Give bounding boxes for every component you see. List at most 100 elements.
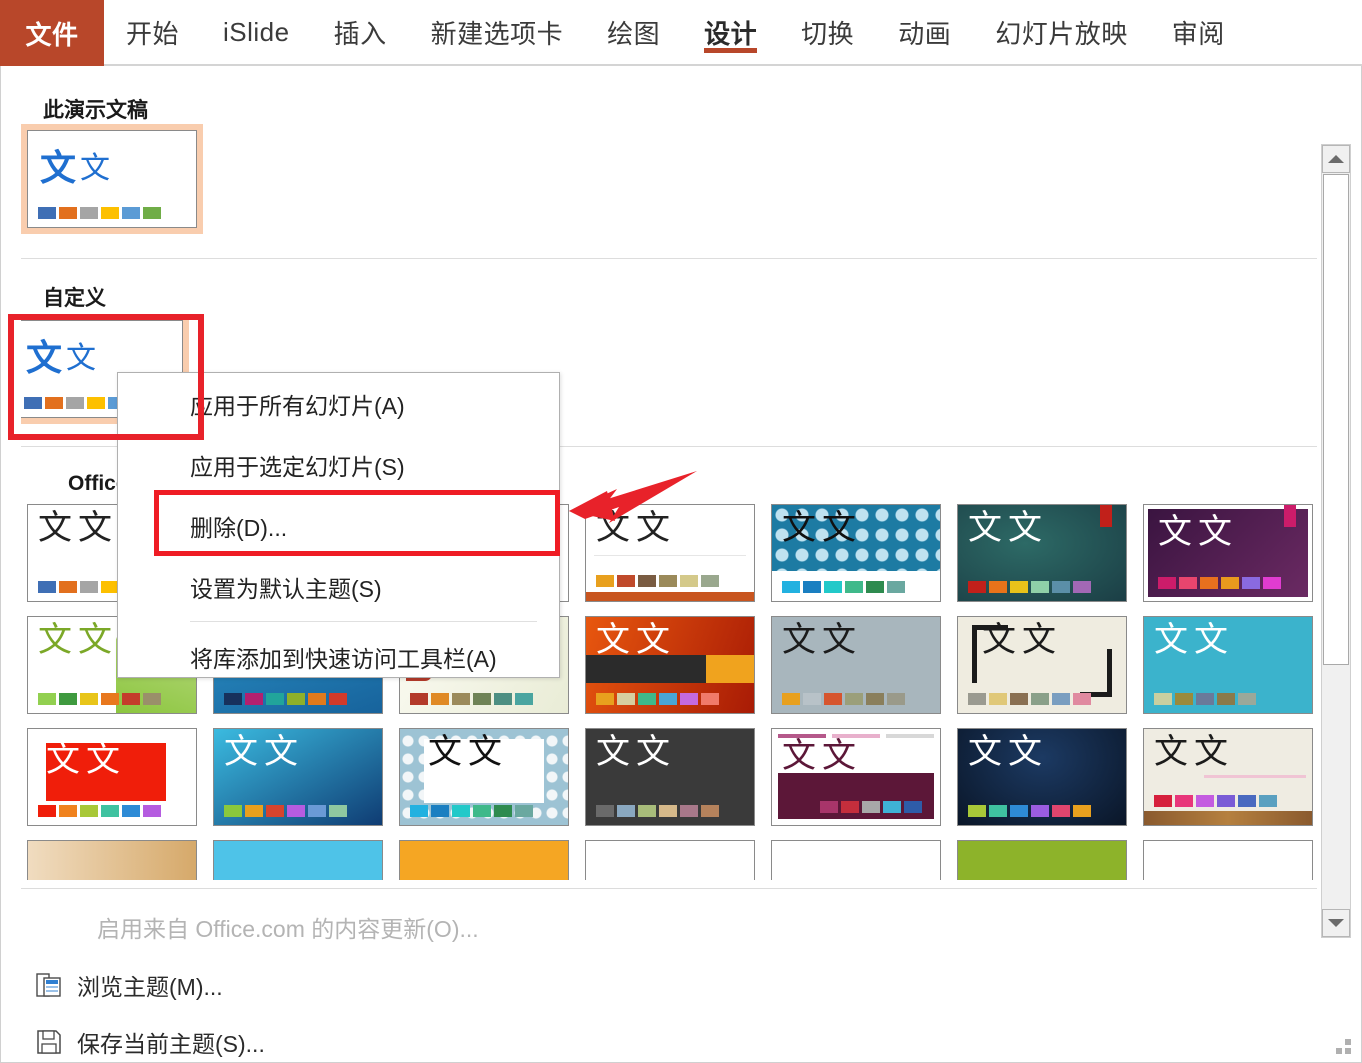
scrollbar-thumb[interactable]	[1323, 174, 1349, 665]
divider-1	[21, 258, 1317, 259]
thumb-swatches	[1154, 693, 1256, 705]
ribbon-tab-review[interactable]: 审阅	[1150, 0, 1247, 64]
chevron-up-icon	[1328, 155, 1344, 163]
ribbon-tab-bar: 文件 开始 iSlide 插入 新建选项卡 绘图 设计 切换 动画 幻灯片放映	[0, 0, 1362, 66]
custom-theme-glyph-bold: 文	[26, 338, 63, 379]
browse-themes-label: 浏览主题(M)...	[77, 973, 223, 1000]
thumb-swatches	[38, 805, 161, 817]
thumb-swatches	[596, 575, 719, 587]
thumb-glyphs: 文文	[38, 620, 118, 660]
ribbon-tab-new-tab[interactable]: 新建选项卡	[409, 0, 586, 64]
chevron-down-icon	[1328, 919, 1344, 927]
powerpoint-design-gallery-window: 文件 开始 iSlide 插入 新建选项卡 绘图 设计 切换 动画 幻灯片放映	[0, 0, 1362, 1063]
gallery-vertical-scrollbar[interactable]	[1321, 144, 1351, 938]
thumb-glyphs: 文文	[782, 508, 862, 548]
ribbon-tab-islide-label: iSlide	[223, 16, 290, 47]
set-as-default-theme-label: 设置为默认主题(S)	[190, 575, 382, 602]
context-menu-item-apply-to-all-slides[interactable]: 应用于所有幻灯片(A)	[118, 373, 559, 434]
theme-thumbnail[interactable]	[771, 840, 941, 880]
thumb-swatches	[968, 805, 1091, 817]
thumb-swatches	[596, 805, 719, 817]
ribbon-tab-islide[interactable]: iSlide	[201, 0, 312, 64]
thumb-swatches	[820, 801, 922, 813]
theme-thumbnail[interactable]: 文文	[771, 728, 941, 826]
thumb-glyphs: 文文	[982, 620, 1062, 660]
thumb-swatches	[596, 693, 719, 705]
ribbon-tab-new-tab-label: 新建选项卡	[430, 18, 564, 49]
this-presentation-theme-thumbnail[interactable]: 文 文	[27, 130, 197, 228]
theme-thumbnail[interactable]	[399, 840, 569, 880]
enable-office-com-updates-label: 启用来自 Office.com 的内容更新(O)...	[97, 915, 479, 942]
thumb-glyphs: 文文	[224, 732, 304, 772]
ribbon-tab-insert[interactable]: 插入	[312, 0, 409, 64]
this-presentation-theme-selected-frame[interactable]: 文 文	[21, 124, 203, 234]
ribbon-tab-home-label: 开始	[126, 18, 180, 49]
scroll-up-button[interactable]	[1322, 145, 1350, 173]
ribbon-tab-transitions-label: 切换	[801, 18, 855, 49]
thumb-swatches	[224, 693, 347, 705]
ribbon-tab-insert-label: 插入	[333, 18, 387, 49]
thumb-swatches	[410, 693, 533, 705]
theme-thumbnail[interactable]: 文文	[27, 728, 197, 826]
theme-thumbnail[interactable]: 文文	[213, 728, 383, 826]
theme-thumbnail[interactable]: 文文	[957, 504, 1127, 602]
thumb-swatches	[968, 693, 1091, 705]
theme-thumbnail[interactable]	[27, 840, 197, 880]
section-header-office: Office	[68, 472, 128, 495]
thumb-glyphs: 文文	[782, 620, 862, 660]
browse-themes-command[interactable]: 浏览主题(M)...	[21, 956, 1317, 1013]
apply-to-all-slides-label: 应用于所有幻灯片(A)	[190, 392, 405, 419]
context-menu-separator	[190, 621, 537, 622]
ribbon-tab-file-label: 文件	[25, 19, 79, 50]
delete-label: 删除(D)...	[190, 514, 288, 541]
gallery-bottom-commands: 启用来自 Office.com 的内容更新(O)... 浏览主题(M)... 保…	[21, 888, 1317, 1058]
resize-grip[interactable]	[1329, 1032, 1351, 1054]
thumb-swatches	[1158, 577, 1281, 589]
context-menu-item-apply-to-selected-slides[interactable]: 应用于选定幻灯片(S)	[118, 434, 559, 495]
save-current-theme-command[interactable]: 保存当前主题(S)...	[21, 1013, 1317, 1063]
thumb-glyphs: 文文	[38, 508, 118, 548]
ribbon-tab-draw[interactable]: 绘图	[585, 0, 682, 64]
theme-thumbnail[interactable]: 文文	[771, 504, 941, 602]
ribbon-tab-slideshow[interactable]: 幻灯片放映	[973, 0, 1150, 64]
ribbon-tab-file[interactable]: 文件	[0, 0, 104, 66]
bottom-divider	[21, 888, 1317, 889]
thumb-swatches	[410, 805, 533, 817]
thumb-swatches	[782, 693, 905, 705]
theme-thumbnail[interactable]	[585, 840, 755, 880]
thumb-swatches	[968, 581, 1091, 593]
thumb-glyphs: 文文	[596, 620, 676, 660]
theme-thumbnail[interactable]: 文文	[1143, 504, 1313, 602]
thumb-glyphs: 文文	[46, 740, 126, 780]
theme-thumbnail[interactable]: 文文	[957, 616, 1127, 714]
ribbon-tab-slideshow-label: 幻灯片放映	[995, 18, 1128, 49]
theme-context-menu[interactable]: 应用于所有幻灯片(A) 应用于选定幻灯片(S) 删除(D)... 设置为默认主题…	[117, 372, 560, 678]
theme-thumbnail[interactable]: 文文	[1143, 728, 1313, 826]
theme-thumbnail[interactable]	[213, 840, 383, 880]
context-menu-item-add-gallery-to-quick-access-toolbar[interactable]: 将库添加到快速访问工具栏(A)	[118, 626, 559, 687]
context-menu-item-delete[interactable]: 删除(D)...	[118, 495, 559, 556]
context-menu-item-set-as-default-theme[interactable]: 设置为默认主题(S)	[118, 556, 559, 617]
theme-thumbnail[interactable]	[1143, 840, 1313, 880]
annotation-arrow-icon	[569, 471, 697, 523]
ribbon-tab-transitions[interactable]: 切换	[779, 0, 876, 64]
theme-thumbnail[interactable]: 文文	[585, 616, 755, 714]
apply-to-selected-slides-label: 应用于选定幻灯片(S)	[190, 453, 405, 480]
section-header-this-presentation: 此演示文稿	[43, 99, 148, 122]
theme-thumbnail[interactable]: 文文	[957, 728, 1127, 826]
scroll-down-button[interactable]	[1322, 909, 1350, 937]
browse-theme-icon	[21, 970, 77, 1000]
ribbon-tab-design[interactable]: 设计	[682, 0, 779, 64]
theme-thumbnail[interactable]	[957, 840, 1127, 880]
ribbon-tab-review-label: 审阅	[1171, 18, 1225, 49]
theme-thumbnail[interactable]: 文文	[585, 728, 755, 826]
thumb-glyphs: 文文	[1158, 512, 1238, 552]
ribbon-tab-home[interactable]: 开始	[104, 0, 201, 64]
theme-thumbnail[interactable]: 文文	[399, 728, 569, 826]
ribbon-tab-animations-label: 动画	[898, 18, 952, 49]
ribbon-tab-animations[interactable]: 动画	[876, 0, 973, 64]
theme-thumbnail[interactable]: 文文	[1143, 616, 1313, 714]
theme-thumbnail[interactable]: 文文	[771, 616, 941, 714]
thumb-swatches	[38, 693, 161, 705]
thumb-glyphs: 文文	[782, 736, 862, 776]
